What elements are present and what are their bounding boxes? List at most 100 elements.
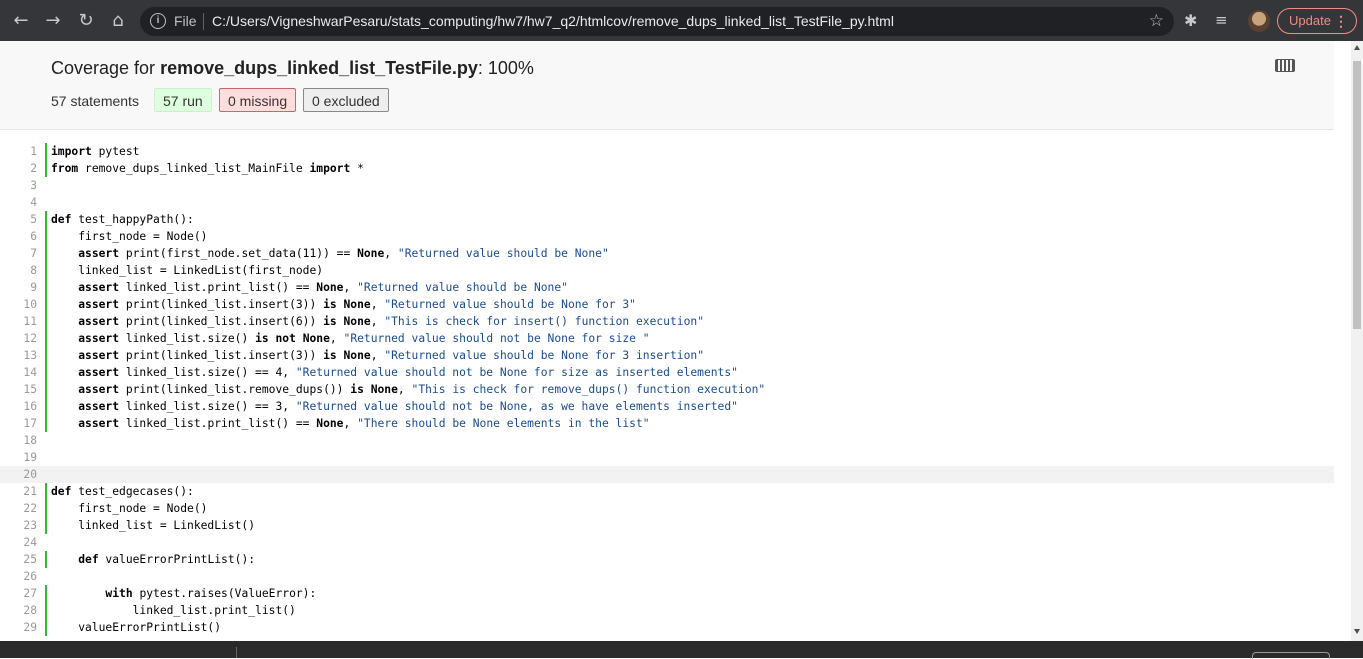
code-text: print(linked_list.insert(3)): [119, 298, 324, 311]
source-line: 24: [0, 534, 1334, 551]
line-number[interactable]: 13: [0, 347, 37, 364]
line-number[interactable]: 17: [0, 415, 37, 432]
coverage-marker: [45, 262, 47, 279]
code-text: linked_list.size(): [119, 332, 256, 345]
media-control-icon[interactable]: ≡: [1215, 11, 1228, 29]
line-number[interactable]: 27: [0, 585, 37, 602]
line-number[interactable]: 6: [0, 228, 37, 245]
line-number[interactable]: 14: [0, 364, 37, 381]
line-number[interactable]: 19: [0, 449, 37, 466]
scrollbar-thumb[interactable]: [1353, 61, 1361, 329]
extensions-icon[interactable]: ✱: [1184, 11, 1197, 30]
code-text: test_happyPath():: [71, 213, 194, 226]
line-code: assert linked_list.size() is not None, "…: [51, 330, 649, 347]
line-number[interactable]: 20: [0, 466, 37, 483]
reload-icon[interactable]: ↻: [74, 9, 98, 33]
source-line: 5 def test_happyPath():: [0, 211, 1334, 228]
home-icon[interactable]: ⌂: [106, 9, 130, 33]
code-string: "Returned value should be None for 3": [384, 298, 636, 311]
profile-avatar[interactable]: [1248, 10, 1270, 32]
line-number[interactable]: 23: [0, 517, 37, 534]
line-number[interactable]: 9: [0, 279, 37, 296]
title-prefix: Coverage for: [51, 58, 161, 78]
line-number[interactable]: 4: [0, 194, 37, 211]
line-number[interactable]: 10: [0, 296, 37, 313]
coverage-marker: [45, 279, 47, 296]
line-number[interactable]: 3: [0, 177, 37, 194]
code-string: "Returned value should be None for 3 ins…: [384, 349, 704, 362]
excluded-filter-button[interactable]: 0 excluded: [303, 88, 389, 112]
code-keyword: is: [323, 298, 337, 311]
line-number[interactable]: 16: [0, 398, 37, 415]
code-text: ,: [384, 247, 398, 260]
line-code: def valueErrorPrintList():: [51, 551, 255, 568]
info-icon[interactable]: i: [150, 13, 166, 29]
bookmark-star-icon[interactable]: ☆: [1149, 11, 1164, 31]
code-text: pytest: [91, 145, 140, 158]
code-text: print(linked_list.remove_dups()): [119, 383, 351, 396]
code-keyword: None: [316, 417, 344, 430]
code-string: "Returned value should not be None for s…: [295, 366, 738, 379]
line-number[interactable]: 25: [0, 551, 37, 568]
line-number[interactable]: 18: [0, 432, 37, 449]
source-line: 26: [0, 568, 1334, 585]
vertical-scrollbar[interactable]: [1351, 41, 1363, 641]
line-number[interactable]: 24: [0, 534, 37, 551]
taskbar: [0, 641, 1363, 659]
scroll-up-icon[interactable]: [1354, 45, 1360, 50]
scroll-down-icon[interactable]: [1354, 629, 1360, 634]
coverage-marker: [45, 347, 47, 364]
line-number[interactable]: 5: [0, 211, 37, 228]
back-icon[interactable]: ←: [9, 9, 33, 33]
line-number[interactable]: 21: [0, 483, 37, 500]
run-filter-button[interactable]: 57 run: [154, 88, 212, 112]
source-line: 19: [0, 449, 1334, 466]
line-number[interactable]: 15: [0, 381, 37, 398]
coverage-marker: [45, 568, 47, 585]
keyboard-icon[interactable]: [1275, 59, 1295, 72]
line-code: assert print(linked_list.insert(3)) is N…: [51, 347, 704, 364]
line-number[interactable]: 26: [0, 568, 37, 585]
code-keyword: assert: [78, 417, 120, 430]
source-line: 11 assert print(linked_list.insert(6)) i…: [0, 313, 1334, 330]
line-number[interactable]: 22: [0, 500, 37, 517]
coverage-marker: [45, 177, 47, 194]
line-number[interactable]: 7: [0, 245, 37, 262]
url-text[interactable]: C:/Users/VigneshwarPesaru/stats_computin…: [212, 13, 894, 29]
line-number[interactable]: 29: [0, 619, 37, 636]
code-text: ,: [370, 349, 385, 362]
code-keyword: None: [370, 383, 398, 396]
line-number[interactable]: 12: [0, 330, 37, 347]
code-text: valueErrorPrintList():: [98, 553, 256, 566]
coverage-marker: [45, 228, 47, 245]
line-number[interactable]: 28: [0, 602, 37, 619]
line-number[interactable]: 1: [0, 143, 37, 160]
line-number[interactable]: 8: [0, 262, 37, 279]
code-keyword: import: [51, 145, 92, 158]
update-button[interactable]: Update ⋮: [1277, 8, 1357, 34]
code-string: "This is check for insert() function exe…: [384, 315, 704, 328]
code-string: "Returned value should not be None, as w…: [295, 400, 738, 413]
statements-count: 57 statements: [51, 93, 139, 109]
line-code: linked_list = LinkedList(first_node): [51, 262, 323, 279]
code-keyword: with: [105, 587, 133, 600]
missing-filter-button[interactable]: 0 missing: [219, 88, 297, 112]
code-text: linked_list = LinkedList(first_node): [51, 264, 324, 277]
code-string: "This is check for remove_dups() functio…: [411, 383, 766, 396]
line-number[interactable]: 11: [0, 313, 37, 330]
source-line: 2 from remove_dups_linked_list_MainFile i…: [0, 160, 1334, 177]
address-bar[interactable]: i File C:/Users/VigneshwarPesaru/stats_c…: [140, 7, 1174, 36]
code-keyword: is: [323, 349, 337, 362]
page-title: Coverage for remove_dups_linked_list_Tes…: [51, 58, 534, 79]
update-label: Update: [1289, 13, 1331, 28]
code-keyword: def: [51, 485, 72, 498]
code-text: ,: [343, 417, 358, 430]
line-number[interactable]: 2: [0, 160, 37, 177]
source-line: 20: [0, 466, 1334, 483]
forward-icon[interactable]: →: [41, 9, 65, 33]
coverage-marker: [45, 194, 47, 211]
